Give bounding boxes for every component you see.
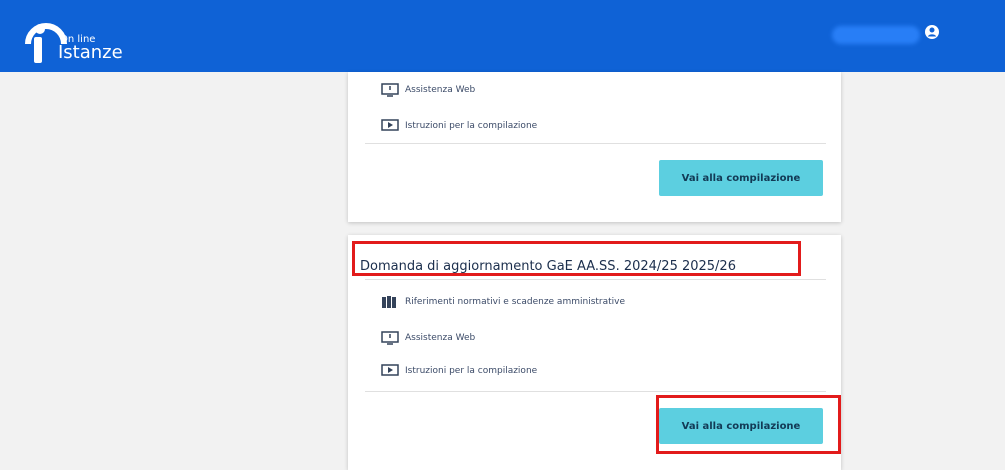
online-istanze-logo[interactable]: On line Istanze xyxy=(22,10,132,66)
monitor-play-icon xyxy=(381,119,399,131)
istruzioni-compilazione-link[interactable]: Istruzioni per la compilazione xyxy=(381,117,537,135)
istruzioni-compilazione-label: Istruzioni per la compilazione xyxy=(405,121,538,131)
user-name-redacted xyxy=(832,26,920,44)
monitor-play-icon xyxy=(381,364,399,376)
vai-alla-compilazione-button[interactable]: Vai alla compilazione xyxy=(659,160,823,196)
riferimenti-normativi-label: Riferimenti normativi e scadenze amminis… xyxy=(405,297,626,307)
law-books-icon xyxy=(382,296,396,308)
assistenza-web-label: Assistenza Web xyxy=(405,85,476,95)
assistenza-web-link[interactable]: Assistenza Web xyxy=(381,81,475,99)
user-icon[interactable] xyxy=(924,24,940,40)
button-highlight-box xyxy=(656,395,841,454)
top-header: On line Istanze xyxy=(0,0,1005,72)
card-divider xyxy=(365,279,826,280)
title-highlight-box xyxy=(352,241,801,276)
assistenza-web-link[interactable]: Assistenza Web xyxy=(381,329,475,347)
monitor-help-icon xyxy=(381,83,399,97)
istruzioni-compilazione-link[interactable]: Istruzioni per la compilazione xyxy=(381,362,537,380)
card-divider xyxy=(365,143,826,144)
logo-istanze-text: Istanze xyxy=(58,42,123,63)
card-divider xyxy=(365,391,826,392)
riferimenti-normativi-link[interactable]: Riferimenti normativi e scadenze amminis… xyxy=(381,293,625,311)
service-card-previous: Assistenza Web Istruzioni per la compila… xyxy=(348,72,841,222)
assistenza-web-label: Assistenza Web xyxy=(405,333,476,343)
istruzioni-compilazione-label: Istruzioni per la compilazione xyxy=(405,366,538,376)
monitor-help-icon xyxy=(381,331,399,345)
